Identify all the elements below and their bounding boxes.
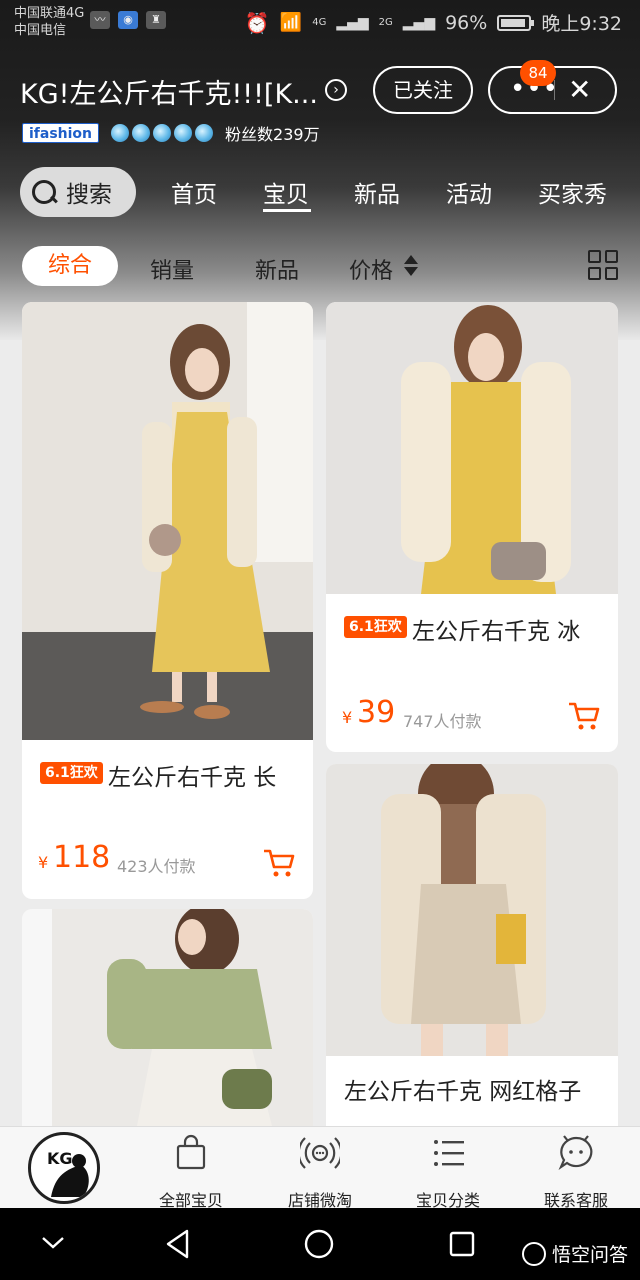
tab-products[interactable]: 宝贝: [263, 175, 309, 209]
product-photo[interactable]: [326, 302, 618, 594]
product-photo[interactable]: [326, 764, 618, 1056]
product-card-1[interactable]: 6.1狂欢 左公斤右千克 长 ¥ 118 423人付款: [22, 302, 313, 899]
wukong-logo-icon: [521, 1241, 546, 1266]
cart-icon[interactable]: [567, 700, 601, 732]
promo-tag: 6.1狂欢: [344, 616, 407, 638]
search-label: 搜索: [66, 182, 112, 208]
tab-new[interactable]: 新品: [354, 175, 400, 209]
fans-count: 粉丝数239万: [225, 125, 320, 144]
product-card-2[interactable]: 6.1狂欢 左公斤右千克 冰 ¥ 39 747人付款: [326, 302, 618, 752]
signal-label-2: 2G: [378, 17, 393, 28]
carrier-info: 中国联通4G 中国电信: [14, 5, 84, 39]
search-icon: [30, 178, 58, 206]
hotspot-icon: ◉: [118, 11, 138, 29]
currency-symbol: ¥: [38, 853, 49, 872]
category-list-icon: [434, 1140, 464, 1166]
home-icon[interactable]: [303, 1228, 335, 1260]
follow-button[interactable]: 已关注: [373, 66, 473, 114]
active-tab-indicator: [263, 209, 311, 212]
notification-icons: 〰 ◉ ♜: [90, 11, 166, 29]
sort-comprehensive[interactable]: 综合: [22, 246, 118, 286]
signal-icon-1: ▂▄▆: [336, 14, 369, 31]
product-card-3[interactable]: [22, 909, 313, 1126]
shop-name[interactable]: KG!左公斤右千克!!![K...: [20, 72, 318, 111]
crown-icon: [153, 124, 172, 142]
product-photo[interactable]: [22, 302, 313, 740]
crown-icon: [195, 124, 214, 142]
shop-weitao-button[interactable]: 店铺微淘: [265, 1133, 375, 1211]
status-bar: 中国联通4G 中国电信 〰 ◉ ♜ ⏰ 📶 4G ▂▄▆ 2G ▂▄▆ 96% …: [0, 0, 640, 44]
wifi-icon: 📶: [279, 12, 303, 33]
close-icon[interactable]: ✕: [568, 73, 591, 107]
clock: 晚上9:32: [541, 13, 622, 35]
tab-activity[interactable]: 活动: [446, 175, 492, 209]
product-photo[interactable]: [22, 909, 313, 1126]
logo-figure-icon: [51, 1154, 89, 1197]
chat-icon: [558, 1135, 593, 1170]
broadcast-icon: [297, 1137, 343, 1169]
crown-rating: [111, 124, 214, 142]
status-right: ⏰ 📶 4G ▂▄▆ 2G ▂▄▆ 96% 晚上9:32: [245, 9, 622, 36]
crown-icon: [132, 124, 151, 142]
signal-icon-2: ▂▄▆: [402, 14, 436, 31]
sold-count: 747人付款: [403, 712, 482, 731]
product-price: 39: [357, 695, 396, 730]
shop-logo[interactable]: KG: [28, 1132, 100, 1204]
sort-sales[interactable]: 销量: [150, 253, 194, 285]
notification-badge: 84: [520, 60, 556, 86]
watermark: 悟空问答: [521, 1240, 628, 1267]
activity-icon: 〰: [90, 11, 110, 29]
grid-view-icon[interactable]: [588, 250, 620, 282]
search-button[interactable]: 搜索: [20, 167, 136, 217]
watermark-text: 悟空问答: [551, 1244, 628, 1266]
bag-icon: [176, 1134, 206, 1170]
cart-icon[interactable]: [262, 847, 296, 879]
chevron-down-icon[interactable]: [40, 1234, 66, 1252]
tab-home[interactable]: 首页: [171, 175, 217, 209]
all-products-button[interactable]: 全部宝贝: [136, 1133, 246, 1211]
sort-price[interactable]: 价格: [349, 253, 393, 285]
carrier-2: 中国电信: [14, 23, 67, 38]
crown-icon: [174, 124, 193, 142]
sort-new[interactable]: 新品: [255, 253, 299, 285]
carrier-1: 中国联通4G: [14, 6, 85, 21]
alarm-icon: ⏰: [244, 10, 270, 35]
sort-arrows-icon[interactable]: [404, 253, 418, 279]
back-icon[interactable]: [163, 1228, 193, 1260]
customer-service-button[interactable]: 联系客服: [521, 1133, 631, 1211]
crown-icon: [111, 124, 130, 142]
currency-symbol: ¥: [342, 708, 353, 727]
sold-count: 423人付款: [117, 857, 196, 876]
shop-meta: ifashion 粉丝数239万: [22, 121, 320, 145]
recent-apps-icon[interactable]: [448, 1230, 476, 1258]
battery-icon: [497, 14, 535, 31]
product-price: 118: [53, 840, 111, 875]
product-title[interactable]: 左公斤右千克 冰: [412, 612, 580, 646]
promo-tag: 6.1狂欢: [40, 762, 103, 784]
product-card-4[interactable]: 左公斤右千克 网红格子: [326, 764, 618, 1126]
ifashion-badge: ifashion: [22, 123, 100, 143]
signal-label-1: 4G: [312, 17, 327, 28]
categories-button[interactable]: 宝贝分类: [393, 1133, 503, 1211]
battery-percent: 96%: [445, 11, 488, 34]
tab-buyer-show[interactable]: 买家秀: [538, 175, 607, 209]
chevron-right-icon[interactable]: ›: [325, 79, 347, 101]
shop-bottom-bar: KG 全部宝贝 店铺微淘 宝贝分类 联系客服: [0, 1126, 640, 1211]
product-title[interactable]: 左公斤右千克 长: [108, 758, 276, 792]
capsule-divider: [554, 80, 555, 100]
shield-icon: ♜: [146, 11, 166, 29]
product-title[interactable]: 左公斤右千克 网红格子: [344, 1072, 581, 1106]
